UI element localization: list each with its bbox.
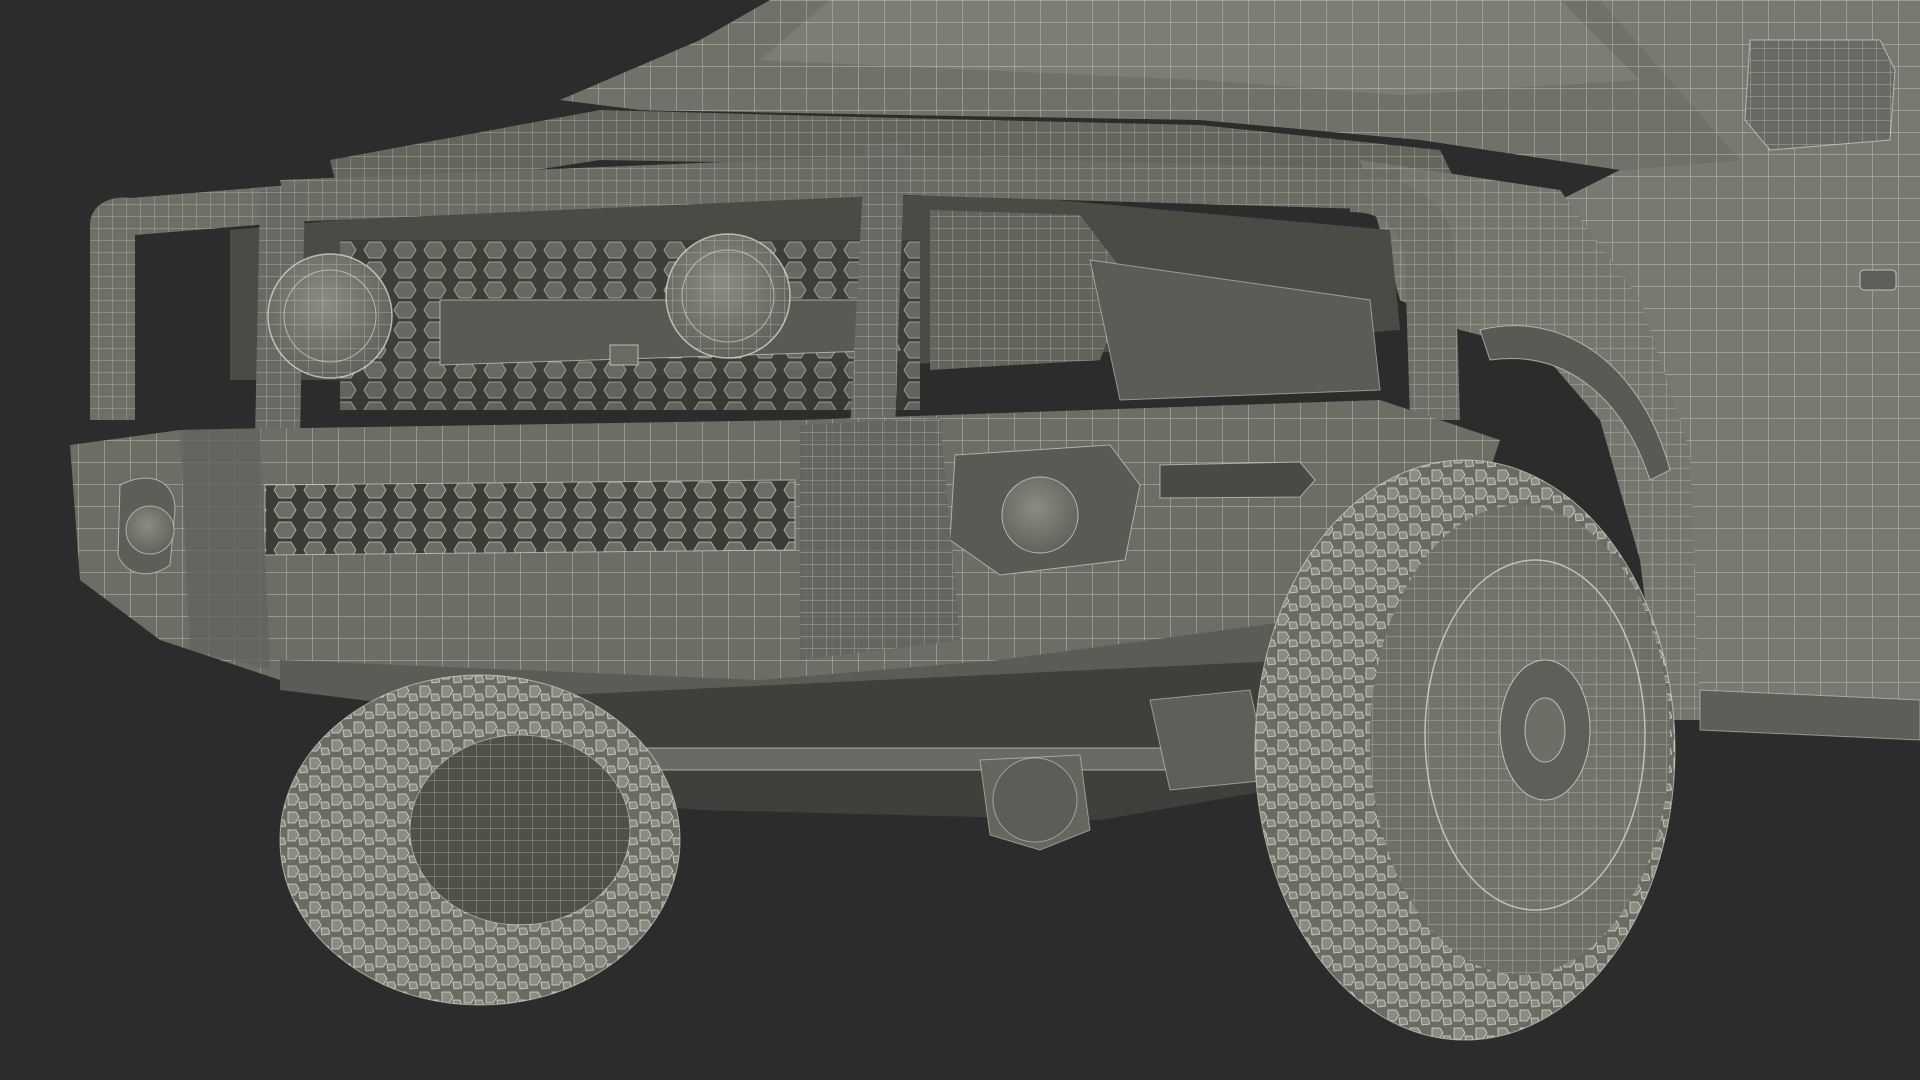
front-right-tire <box>1254 459 1676 1041</box>
spot-light-left <box>267 253 393 379</box>
render-viewport <box>0 0 1920 1080</box>
front-left-tire <box>279 674 681 1006</box>
spot-light-right <box>665 233 791 359</box>
front-grille <box>230 195 1400 410</box>
wireframe-truck-render <box>70 0 1920 1041</box>
